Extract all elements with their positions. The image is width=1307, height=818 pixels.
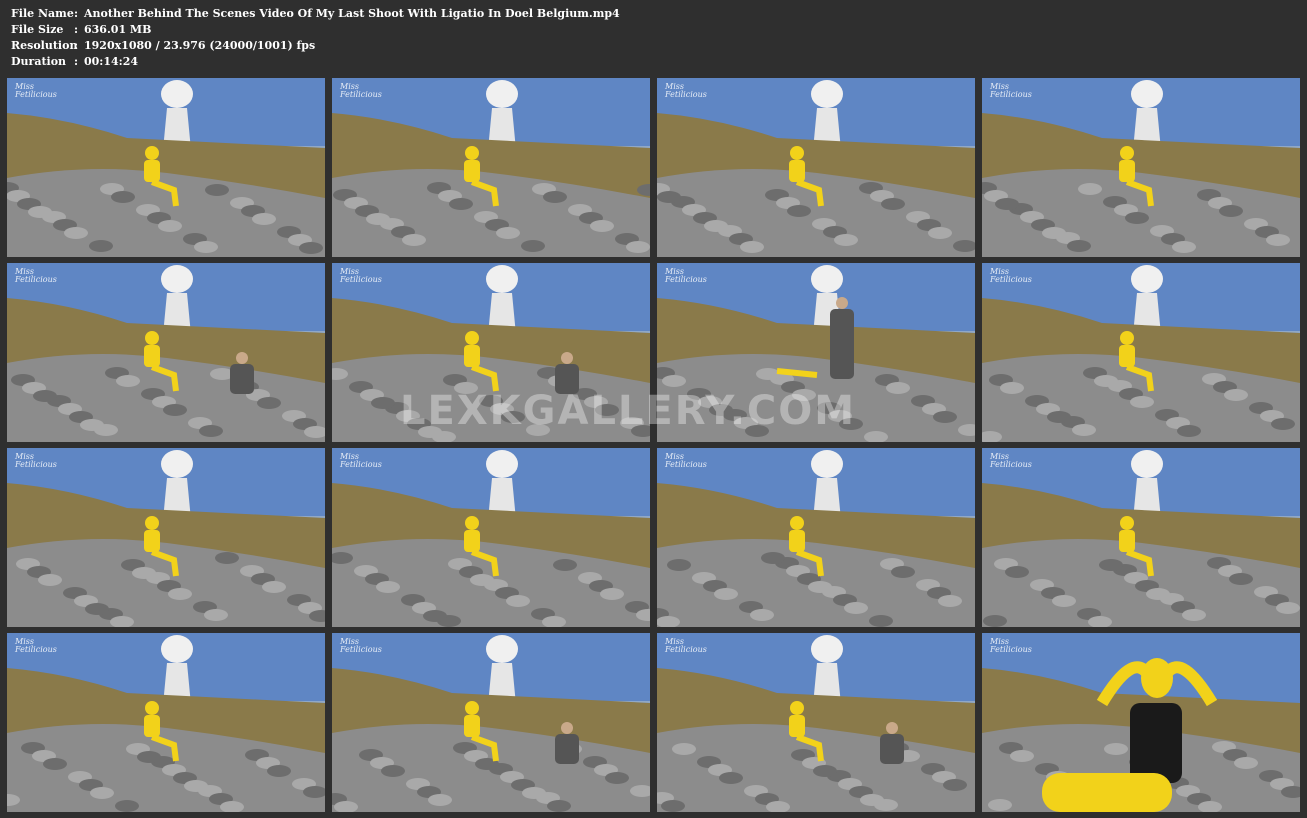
resolution-value: 1920x1080 / 23.976 (24000/1001) fps	[84, 39, 316, 52]
separator: :	[74, 55, 79, 68]
thumbnail-logo: Miss Fetilicious	[340, 452, 382, 469]
thumbnail-logo: Miss Fetilicious	[990, 452, 1032, 469]
thumbnail-logo: Miss Fetilicious	[665, 452, 707, 469]
thumbnail-grid: Miss Fetilicious Miss Fetilicious Miss Fet…	[7, 78, 1300, 812]
thumbnail-logo: Miss Fetilicious	[665, 637, 707, 654]
video-thumbnail: Miss Fetilicious	[657, 448, 975, 627]
thumbnail-scene	[332, 633, 650, 812]
thumbnail-scene	[657, 448, 975, 627]
thumbnail-scene	[982, 633, 1300, 812]
thumbnail-logo: Miss Fetilicious	[990, 82, 1032, 99]
resolution-row: Resolution : 1920x1080 / 23.976 (24000/1…	[11, 38, 620, 54]
thumbnail-scene	[7, 633, 325, 812]
separator: :	[74, 7, 79, 20]
file-size-label: File Size	[11, 23, 64, 36]
duration-row: Duration : 00:14:24	[11, 54, 620, 70]
separator: :	[74, 23, 79, 36]
video-thumbnail: Miss Fetilicious	[7, 633, 325, 812]
duration-label: Duration	[11, 55, 67, 68]
video-thumbnail: Miss Fetilicious	[7, 448, 325, 627]
file-name-row: File Name : Another Behind The Scenes Vi…	[11, 6, 620, 22]
thumbnail-scene	[332, 78, 650, 257]
thumbnail-logo: Miss Fetilicious	[990, 637, 1032, 654]
thumbnail-logo: Miss Fetilicious	[15, 637, 57, 654]
video-thumbnail: Miss Fetilicious	[657, 263, 975, 442]
thumbnail-logo: Miss Fetilicious	[15, 452, 57, 469]
video-thumbnail: Miss Fetilicious	[332, 263, 650, 442]
video-thumbnail: Miss Fetilicious	[982, 448, 1300, 627]
thumbnail-logo: Miss Fetilicious	[340, 82, 382, 99]
video-thumbnail: Miss Fetilicious	[982, 78, 1300, 257]
thumbnail-scene	[332, 448, 650, 627]
video-thumbnail: Miss Fetilicious	[657, 78, 975, 257]
thumbnail-logo: Miss Fetilicious	[340, 637, 382, 654]
thumbnail-scene	[982, 448, 1300, 627]
video-thumbnail: Miss Fetilicious	[657, 633, 975, 812]
thumbnail-scene	[7, 448, 325, 627]
thumbnail-logo: Miss Fetilicious	[665, 267, 707, 284]
file-name-value: Another Behind The Scenes Video Of My La…	[84, 7, 620, 20]
separator: :	[74, 39, 79, 52]
thumbnail-scene	[7, 263, 325, 442]
thumbnail-scene	[657, 263, 975, 442]
file-size-row: File Size : 636.01 MB	[11, 22, 620, 38]
video-thumbnail: Miss Fetilicious	[7, 78, 325, 257]
thumbnail-scene	[7, 78, 325, 257]
thumbnail-logo: Miss Fetilicious	[15, 82, 57, 99]
video-thumbnail: Miss Fetilicious	[7, 263, 325, 442]
resolution-label: Resolution	[11, 39, 78, 52]
file-name-label: File Name	[11, 7, 74, 20]
thumbnail-logo: Miss Fetilicious	[15, 267, 57, 284]
thumbnail-scene	[657, 633, 975, 812]
duration-value: 00:14:24	[84, 55, 139, 68]
video-thumbnail: Miss Fetilicious	[332, 633, 650, 812]
thumbnail-scene	[982, 263, 1300, 442]
file-info-panel: File Name : Another Behind The Scenes Vi…	[11, 6, 620, 70]
video-thumbnail: Miss Fetilicious	[332, 448, 650, 627]
thumbnail-scene	[332, 263, 650, 442]
thumbnail-logo: Miss Fetilicious	[665, 82, 707, 99]
thumbnail-scene	[982, 78, 1300, 257]
video-thumbnail: Miss Fetilicious	[982, 263, 1300, 442]
file-size-value: 636.01 MB	[84, 23, 152, 36]
thumbnail-logo: Miss Fetilicious	[990, 267, 1032, 284]
video-thumbnail: Miss Fetilicious	[332, 78, 650, 257]
thumbnail-scene	[657, 78, 975, 257]
video-thumbnail: Miss Fetilicious	[982, 633, 1300, 812]
thumbnail-logo: Miss Fetilicious	[340, 267, 382, 284]
